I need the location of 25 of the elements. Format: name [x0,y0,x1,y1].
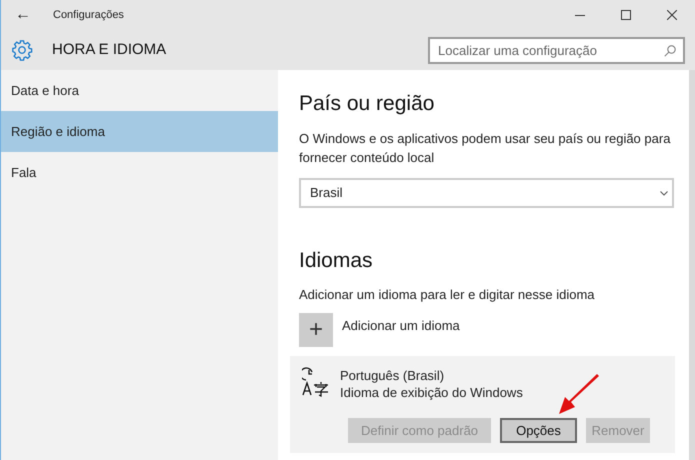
add-language-button[interactable]: + [299,313,333,347]
sidebar-item[interactable]: Data e hora [1,70,278,111]
sidebar-item[interactable]: Região e idioma [1,111,278,152]
language-icon [302,367,330,397]
close-icon [667,10,677,20]
chevron-down-icon [660,190,668,196]
language-subtitle: Idioma de exibição do Windows [340,384,523,401]
language-name: Português (Brasil) [340,367,446,384]
minimize-icon [575,14,585,16]
page-title: HORA E IDIOMA [52,40,166,60]
maximize-icon [621,10,631,20]
settings-icon [11,39,33,61]
country-dropdown[interactable]: Brasil [299,178,674,208]
search-field[interactable]: Localizar uma configuração [428,36,685,64]
section-heading: Idiomas [299,248,374,274]
language-option-button[interactable]: Opções [500,418,577,443]
window-title: Configurações [53,8,124,23]
back-button[interactable]: ← [1,0,45,30]
search-icon [664,44,676,56]
annotation-arrow-icon [557,374,601,416]
sidebar-item[interactable]: Fala [1,152,278,193]
description-text: O Windows e os aplicativos podem usar seu país ou região para fornecer conteúdo local [299,130,672,167]
description-text: Adicionar um idioma para ler e digitar nesse idioma [299,286,596,304]
section-heading: País ou região [299,91,436,117]
add-language-label[interactable]: Adicionar um idioma [342,316,460,336]
